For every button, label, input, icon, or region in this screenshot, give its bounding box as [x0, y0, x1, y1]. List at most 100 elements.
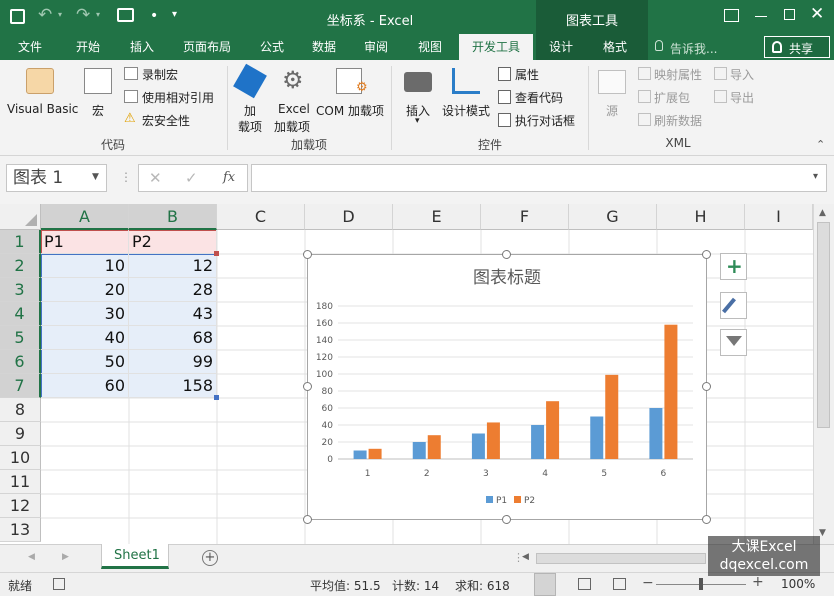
bar-p1-1[interactable]: [353, 450, 367, 460]
macro-record-icon[interactable]: [53, 578, 65, 590]
import-button[interactable]: 导入: [712, 65, 762, 83]
bar-p2-5[interactable]: [605, 374, 619, 459]
page-layout-view-icon[interactable]: [578, 578, 591, 590]
zoom-slider-thumb[interactable]: [699, 578, 703, 590]
undo-dropdown-icon[interactable]: ▾: [58, 10, 62, 19]
camera-icon[interactable]: [117, 8, 134, 22]
next-sheet-icon[interactable]: ▶: [62, 552, 69, 562]
chart-handle-top-right[interactable]: [702, 250, 711, 259]
macros-button[interactable]: 宏: [82, 64, 116, 120]
tab-page-layout[interactable]: 页面布局: [176, 34, 238, 60]
undo-icon[interactable]: ↶: [38, 5, 52, 25]
column-header-e[interactable]: E: [393, 204, 481, 230]
range-handle[interactable]: [214, 395, 219, 400]
bar-p2-6[interactable]: [664, 324, 678, 459]
cell-b5[interactable]: 68: [129, 326, 217, 350]
column-header-f[interactable]: F: [481, 204, 569, 230]
insert-function-icon[interactable]: fx: [223, 170, 235, 185]
bar-p1-3[interactable]: [471, 433, 485, 460]
column-header-c[interactable]: C: [217, 204, 305, 230]
chart-handle-top-left[interactable]: [303, 250, 312, 259]
redo-dropdown-icon[interactable]: ▾: [96, 10, 100, 19]
cell-b7[interactable]: 158: [129, 374, 217, 398]
row-header-1[interactable]: 1: [0, 230, 41, 254]
chart-elements-button[interactable]: +: [720, 253, 747, 280]
chart-handle-bottom-left[interactable]: [303, 515, 312, 524]
expand-formula-bar-icon[interactable]: ▾: [813, 171, 818, 182]
chart-legend[interactable]: P1 P2: [486, 496, 535, 506]
chart-handle-left[interactable]: [303, 382, 312, 391]
row-header-3[interactable]: 3: [0, 278, 41, 302]
scroll-up-icon[interactable]: ▲: [819, 208, 826, 218]
cell-b3[interactable]: 28: [129, 278, 217, 302]
row-header-5[interactable]: 5: [0, 326, 41, 350]
chart-handle-right[interactable]: [702, 382, 711, 391]
ribbon-display-icon[interactable]: [724, 9, 739, 22]
cell-a3[interactable]: 20: [41, 278, 129, 302]
column-header-i[interactable]: I: [745, 204, 813, 230]
cell-a5[interactable]: 40: [41, 326, 129, 350]
chart-handle-top[interactable]: [502, 250, 511, 259]
column-header-h[interactable]: H: [657, 204, 745, 230]
cancel-formula-icon[interactable]: ✕: [149, 169, 162, 187]
bar-p1-5[interactable]: [590, 416, 604, 460]
tab-developer[interactable]: 开发工具: [459, 34, 533, 60]
row-header-12[interactable]: 12: [0, 494, 41, 518]
normal-view-icon[interactable]: [534, 573, 556, 596]
close-icon[interactable]: ✕: [810, 4, 824, 24]
cell-a4[interactable]: 30: [41, 302, 129, 326]
cell-a7[interactable]: 60: [41, 374, 129, 398]
row-header-7[interactable]: 7: [0, 374, 41, 398]
chart-filters-button[interactable]: [720, 329, 747, 356]
expansion-packs-button[interactable]: 扩展包: [636, 88, 708, 106]
relative-reference-button[interactable]: 使用相对引用: [122, 88, 222, 106]
tab-home[interactable]: 开始: [66, 34, 110, 60]
minimize-icon[interactable]: [755, 16, 767, 17]
run-dialog-button[interactable]: 执行对话框: [496, 111, 584, 129]
enter-formula-icon[interactable]: ✓: [185, 169, 198, 187]
restore-icon[interactable]: [784, 9, 795, 20]
row-header-10[interactable]: 10: [0, 446, 41, 470]
bar-p1-6[interactable]: [649, 408, 663, 459]
bar-p1-2[interactable]: [412, 442, 426, 459]
cell-b6[interactable]: 99: [129, 350, 217, 374]
zoom-in-icon[interactable]: +: [752, 574, 764, 590]
design-mode-button[interactable]: 设计模式: [440, 64, 492, 120]
tell-me-input[interactable]: 告诉我...: [670, 40, 717, 57]
bullet-icon[interactable]: •: [150, 8, 158, 24]
vertical-scroll-thumb[interactable]: [817, 222, 830, 428]
bar-p2-3[interactable]: [486, 422, 500, 459]
tab-view[interactable]: 视图: [408, 34, 452, 60]
map-properties-button[interactable]: 映射属性: [636, 65, 708, 83]
name-box-dropdown-icon[interactable]: ▼: [92, 172, 99, 182]
select-all-corner[interactable]: [0, 204, 41, 230]
series-name-handle[interactable]: [214, 251, 219, 256]
macro-security-button[interactable]: ⚠ 宏安全性: [122, 111, 222, 129]
view-code-button[interactable]: 查看代码: [496, 88, 584, 106]
cell-b2[interactable]: 12: [129, 254, 217, 278]
insert-control-button[interactable]: 插入 ▾: [398, 64, 438, 134]
row-header-6[interactable]: 6: [0, 350, 41, 374]
bar-p2-4[interactable]: [546, 401, 560, 459]
cell-a1[interactable]: P1: [41, 230, 129, 254]
row-header-9[interactable]: 9: [0, 422, 41, 446]
new-sheet-button[interactable]: +: [202, 550, 218, 566]
cell-b4[interactable]: 43: [129, 302, 217, 326]
bar-p2-2[interactable]: [427, 435, 441, 459]
redo-icon[interactable]: ↷: [76, 5, 90, 25]
customize-qat-icon[interactable]: ▾: [172, 9, 177, 20]
chart-handle-bottom-right[interactable]: [702, 515, 711, 524]
bar-p1-4[interactable]: [531, 425, 545, 459]
chart-title[interactable]: 图表标题: [473, 268, 541, 288]
bar-p2-1[interactable]: [368, 448, 382, 459]
xml-source-button[interactable]: 源: [596, 64, 628, 120]
column-header-g[interactable]: G: [569, 204, 657, 230]
zoom-level[interactable]: 100%: [781, 577, 815, 591]
row-header-2[interactable]: 2: [0, 254, 41, 278]
scroll-down-icon[interactable]: ▼: [819, 528, 826, 538]
cell-b1[interactable]: P2: [129, 230, 217, 254]
tab-insert[interactable]: 插入: [120, 34, 164, 60]
zoom-out-icon[interactable]: −: [642, 575, 654, 591]
column-header-d[interactable]: D: [305, 204, 393, 230]
tab-review[interactable]: 审阅: [354, 34, 398, 60]
